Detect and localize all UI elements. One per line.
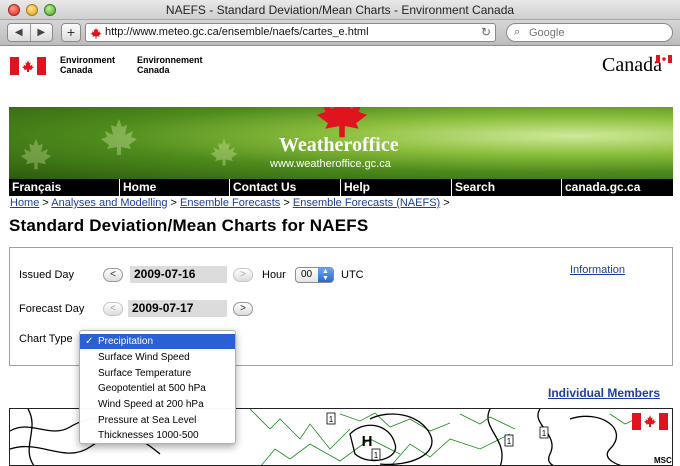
dropdown-option-pressure-sea-level[interactable]: Pressure at Sea Level: [80, 413, 235, 428]
menu-item-contact-us[interactable]: Contact Us: [229, 179, 296, 196]
issued-date-field[interactable]: 2009-07-16: [130, 266, 227, 283]
hour-value: 00: [301, 269, 313, 280]
menu-item-help[interactable]: Help: [340, 179, 370, 196]
weatheroffice-banner: Weatheroffice www.weatheroffice.gc.ca: [9, 107, 673, 179]
forecast-prev-button[interactable]: <: [103, 302, 123, 316]
menu-item-search[interactable]: Search: [451, 179, 495, 196]
nav-buttons: ◀ ▶: [7, 23, 53, 42]
search-input[interactable]: [529, 25, 665, 40]
individual-members-link[interactable]: Individual Members: [548, 386, 660, 400]
main-menu-bar: Français Home Contact Us Help Search can…: [9, 179, 673, 196]
high-pressure-label: H: [362, 433, 373, 450]
map-flag-icon: [632, 413, 668, 430]
maple-leaf-favicon-icon: [90, 27, 102, 39]
checkmark-icon: ✓: [85, 336, 94, 347]
page-title: Standard Deviation/Mean Charts for NAEFS: [9, 216, 369, 235]
canada-wordmark: Canada: [602, 54, 662, 76]
breadcrumb-home[interactable]: Home: [10, 197, 39, 209]
forward-button[interactable]: ▶: [29, 24, 53, 41]
select-arrows-icon: ▲ ▼: [318, 268, 333, 282]
breadcrumb-analyses-modelling[interactable]: Analyses and Modelling: [51, 197, 167, 209]
back-button[interactable]: ◀: [8, 24, 30, 41]
forecast-next-button[interactable]: >: [233, 302, 253, 316]
dropdown-option-surface-wind-speed[interactable]: Surface Wind Speed: [80, 350, 235, 365]
menu-item-francais[interactable]: Français: [9, 179, 61, 196]
breadcrumb-separator: >: [170, 197, 177, 209]
refresh-icon[interactable]: ↻: [481, 25, 491, 39]
department-name-fr: Environnement Canada: [137, 55, 203, 75]
window-title: NAEFS - Standard Deviation/Mean Charts -…: [165, 3, 515, 17]
msc-label: MSC: [654, 456, 672, 465]
map-label: 1: [329, 415, 334, 424]
issued-next-button[interactable]: >: [233, 268, 253, 282]
menu-item-canada-gc-ca[interactable]: canada.gc.ca: [561, 179, 640, 196]
department-name-en: Environment Canada: [60, 55, 116, 75]
wordmark-flag-icon: [656, 55, 672, 63]
dropdown-option-wind-speed-200[interactable]: Wind Speed at 200 hPa: [80, 397, 235, 412]
add-bookmark-button[interactable]: +: [61, 23, 81, 42]
forecast-date-field[interactable]: 2009-07-17: [128, 300, 227, 317]
dropdown-option-thicknesses[interactable]: Thicknesses 1000-500: [80, 428, 235, 443]
map-label: 1: [542, 429, 547, 438]
dropdown-option-surface-temperature[interactable]: Surface Temperature: [80, 366, 235, 381]
decorative-leaf-icon: [101, 119, 137, 155]
breadcrumb-separator: >: [283, 197, 290, 209]
dropdown-option-precipitation[interactable]: ✓ Precipitation: [80, 334, 235, 349]
window-titlebar: NAEFS - Standard Deviation/Mean Charts -…: [0, 0, 680, 20]
browser-toolbar: ◀ ▶ + http://www.meteo.gc.ca/ensemble/na…: [0, 20, 680, 46]
breadcrumb-ensemble-forecasts[interactable]: Ensemble Forecasts: [180, 197, 280, 209]
url-text: http://www.meteo.gc.ca/ensemble/naefs/ca…: [105, 26, 369, 38]
information-link[interactable]: Information: [570, 264, 625, 276]
breadcrumb: Home > Analyses and Modelling > Ensemble…: [10, 197, 450, 209]
banner-title: Weatheroffice: [279, 134, 399, 156]
forecast-day-label: Forecast Day: [19, 303, 85, 315]
chart-type-label: Chart Type: [19, 333, 73, 345]
breadcrumb-ensemble-forecasts-naefs[interactable]: Ensemble Forecasts (NAEFS): [293, 197, 440, 209]
hour-label: Hour: [262, 269, 286, 281]
search-bar[interactable]: ⌕: [506, 23, 673, 42]
dropdown-option-geopotentiel-500[interactable]: Geopotentiel at 500 hPa: [80, 381, 235, 396]
map-label: 1: [507, 437, 512, 446]
issued-day-label: Issued Day: [19, 269, 75, 281]
utc-label: UTC: [341, 269, 364, 281]
search-icon: ⌕: [514, 26, 521, 38]
decorative-leaf-icon: [20, 138, 52, 170]
address-bar[interactable]: http://www.meteo.gc.ca/ensemble/naefs/ca…: [85, 23, 496, 42]
breadcrumb-separator: >: [443, 197, 450, 209]
hour-select[interactable]: 00 ▲ ▼: [295, 267, 334, 283]
chart-type-dropdown-menu[interactable]: ✓ Precipitation Surface Wind Speed Surfa…: [79, 330, 236, 444]
banner-url: www.weatheroffice.gc.ca: [270, 158, 391, 170]
menu-item-home[interactable]: Home: [119, 179, 156, 196]
breadcrumb-separator: >: [42, 197, 49, 209]
decorative-leaf-icon: [210, 138, 238, 166]
canada-flag-icon: [10, 57, 46, 75]
issued-prev-button[interactable]: <: [103, 268, 123, 282]
map-label: 1: [374, 451, 379, 460]
